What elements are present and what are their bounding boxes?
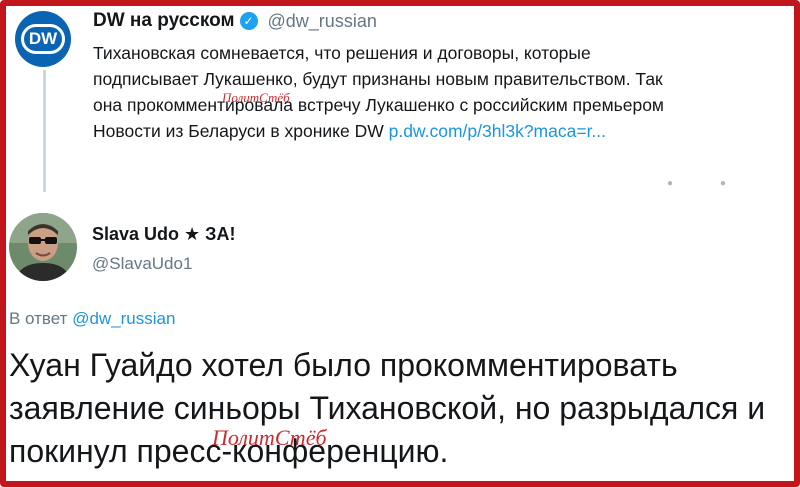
quoted-text-line: подписывает Лукашенко, будут признаны но… bbox=[93, 69, 663, 89]
article-link[interactable]: p.dw.com/p/3hl3k?maca=r... bbox=[389, 121, 606, 141]
watermark-small: ПолитСтёб bbox=[222, 90, 290, 105]
reply-text-line: заявление синьоры Тихановской, но разрыд… bbox=[9, 390, 766, 426]
dw-logo: DW bbox=[21, 24, 65, 54]
reply-tweet-text: Хуан Гуайдо хотел было прокомментировать… bbox=[9, 344, 794, 473]
more-options-icon[interactable]: ● ● bbox=[667, 178, 748, 189]
thread-connector-line bbox=[43, 70, 46, 192]
reply-author-name[interactable]: Slava Udo ★ ЗА! bbox=[92, 222, 235, 246]
quoted-author-handle[interactable]: @dw_russian bbox=[268, 11, 377, 32]
quoted-text-line: она прокомментировала встречу Лукашенко … bbox=[93, 95, 664, 115]
reply-author-handle[interactable]: @SlavaUdo1 bbox=[92, 252, 235, 276]
reply-text-line: Хуан Гуайдо хотел было прокомментировать bbox=[9, 347, 678, 383]
user-photo-icon bbox=[9, 213, 77, 281]
reply-text-line: покинул пресс-конференцию. bbox=[9, 433, 449, 469]
quoted-tweet[interactable]: DW DW на русском ✓ @dw_russian Тихановск… bbox=[0, 0, 800, 192]
verified-badge-icon: ✓ bbox=[239, 12, 258, 30]
avatar[interactable] bbox=[9, 213, 77, 281]
quoted-text-line-with-link: Новости из Беларуси в хронике DW p.dw.co… bbox=[93, 118, 798, 144]
quoted-tweet-text: Тихановская сомневается, что решения и д… bbox=[93, 40, 798, 144]
reply-tweet-header: Slava Udo ★ ЗА! @SlavaUdo1 bbox=[92, 222, 235, 276]
quoted-author-name[interactable]: DW на русском bbox=[93, 10, 235, 32]
reply-to-prefix: В ответ bbox=[9, 309, 68, 328]
dw-avatar[interactable]: DW bbox=[15, 11, 71, 67]
watermark-large: ПолитСтёб bbox=[212, 425, 327, 450]
quoted-text-line: Тихановская сомневается, что решения и д… bbox=[93, 43, 591, 63]
quoted-tweet-header: DW на русском ✓ @dw_russian bbox=[93, 8, 377, 34]
reply-to-label: В ответ @dw_russian bbox=[9, 309, 175, 329]
quoted-text-line: Новости из Беларуси в хронике DW bbox=[93, 121, 389, 141]
reply-to-mention-link[interactable]: @dw_russian bbox=[72, 309, 175, 328]
